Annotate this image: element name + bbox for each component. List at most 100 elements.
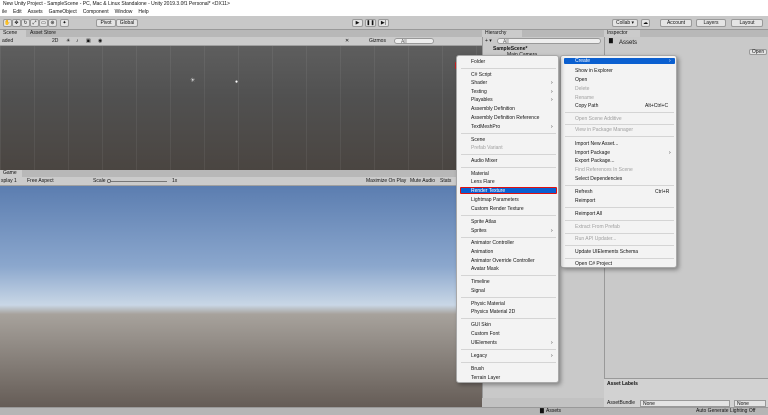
tab-inspector[interactable]: Inspector: [604, 30, 640, 37]
gizmos-dropdown[interactable]: Gizmos: [369, 39, 386, 44]
tab-hierarchy[interactable]: Hierarchy: [482, 30, 522, 37]
scale-tool-icon[interactable]: ⤢: [30, 19, 39, 27]
menu-item-csharp-script[interactable]: C# Script: [471, 73, 492, 78]
menu-item-gui-skin[interactable]: GUI Skin: [471, 323, 491, 328]
tab-scene[interactable]: Scene: [0, 30, 26, 37]
pause-button[interactable]: ❚❚: [365, 19, 376, 27]
menu-item-open[interactable]: Open: [575, 78, 587, 83]
audio-icon[interactable]: ♪: [76, 39, 79, 44]
menu-item-shader[interactable]: Shader: [471, 81, 487, 86]
menu-item-textmeshpro[interactable]: TextMeshPro: [471, 125, 500, 130]
menu-item-physic-material[interactable]: Physic Material: [471, 302, 505, 307]
menu-item-animator-override-controller[interactable]: Animator Override Controller: [471, 259, 535, 264]
assetbundle-dropdown[interactable]: None: [640, 400, 730, 407]
menu-item-create[interactable]: Create: [575, 59, 590, 64]
pivot-toggle[interactable]: Pivot: [96, 19, 116, 27]
menu-item-brush[interactable]: Brush: [471, 367, 484, 372]
menu-help[interactable]: Help: [138, 9, 148, 15]
menu-item-lightmap-parameters[interactable]: Lightmap Parameters: [471, 198, 519, 203]
tab-asset-store[interactable]: Asset Store: [27, 30, 65, 37]
menu-item-animation[interactable]: Animation: [471, 250, 493, 255]
menu-item-audio-mixer[interactable]: Audio Mixer: [471, 159, 497, 164]
game-viewport[interactable]: [0, 186, 482, 415]
scene-search-input[interactable]: All: [394, 38, 434, 44]
camera-gizmo-icon[interactable]: ●: [235, 80, 238, 85]
menu-item-sprites[interactable]: Sprites: [471, 229, 487, 234]
menu-item-uielements[interactable]: UIElements: [471, 341, 497, 346]
menu-item-reimport-all[interactable]: Reimport All: [575, 212, 602, 217]
stats-toggle[interactable]: Stats: [440, 179, 451, 184]
menu-item-animator-controller[interactable]: Animator Controller: [471, 241, 514, 246]
menu-item-material[interactable]: Material: [471, 172, 489, 177]
hand-tool-icon[interactable]: ✋: [3, 19, 12, 27]
menu-item-playables[interactable]: Playables: [471, 98, 493, 103]
hierarchy-add-button[interactable]: + ▾: [485, 39, 492, 44]
layout-dropdown[interactable]: Layout: [731, 19, 763, 27]
rotate-tool-icon[interactable]: ↻: [21, 19, 30, 27]
menu-item-testing[interactable]: Testing: [471, 90, 487, 95]
global-toggle[interactable]: Global: [116, 19, 138, 27]
menu-item-export-package[interactable]: Export Package...: [575, 159, 614, 164]
scale-slider-thumb[interactable]: [107, 179, 111, 183]
inspector-open-button[interactable]: Open: [749, 49, 767, 55]
scale-slider[interactable]: [107, 179, 167, 183]
menu-assets[interactable]: Assets: [28, 9, 43, 15]
menu-item-terrain-layer[interactable]: Terrain Layer: [471, 376, 500, 381]
menu-item-scene[interactable]: Scene: [471, 138, 485, 143]
mute-audio-toggle[interactable]: Mute Audio: [410, 179, 435, 184]
shading-mode-dropdown[interactable]: aded: [2, 39, 13, 44]
status-bar: ▇ Assets Auto Generate Lighting Off: [0, 407, 768, 415]
aspect-dropdown[interactable]: Free Aspect: [27, 179, 54, 184]
hidden-objects-icon[interactable]: ◉: [98, 39, 102, 44]
account-dropdown[interactable]: Account: [660, 19, 692, 27]
menu-window[interactable]: Window: [115, 9, 133, 15]
menu-component[interactable]: Component: [83, 9, 109, 15]
menu-item-update-uielements-schema[interactable]: Update UIElements Schema: [575, 250, 638, 255]
menu-item-assembly-definition-reference[interactable]: Assembly Definition Reference: [471, 116, 539, 121]
menu-item-copy-path[interactable]: Copy Path: [575, 104, 598, 109]
menu-item-custom-render-texture[interactable]: Custom Render Texture: [471, 207, 524, 212]
tab-game[interactable]: Game: [0, 170, 22, 177]
rect-tool-icon[interactable]: ▭: [39, 19, 48, 27]
menu-item-custom-font[interactable]: Custom Font: [471, 332, 500, 337]
menu-item-select-dependencies[interactable]: Select Dependencies: [575, 177, 622, 182]
menu-item-physics-material-2d[interactable]: Physics Material 2D: [471, 310, 515, 315]
project-breadcrumb[interactable]: Assets: [546, 409, 561, 414]
menu-item-sprite-atlas[interactable]: Sprite Atlas: [471, 220, 496, 225]
menu-item-import-package[interactable]: Import Package: [575, 151, 610, 156]
cloud-icon[interactable]: ☁: [641, 19, 650, 27]
move-tool-icon[interactable]: ✥: [12, 19, 21, 27]
menu-item-show-in-explorer[interactable]: Show in Explorer: [575, 69, 613, 74]
step-button[interactable]: ▶|: [378, 19, 389, 27]
menu-item-open-csharp-project[interactable]: Open C# Project: [575, 262, 612, 267]
menu-file[interactable]: ile: [2, 9, 7, 15]
display-dropdown[interactable]: splay 1: [1, 179, 17, 184]
layers-dropdown[interactable]: Layers: [696, 19, 726, 27]
menu-item-assembly-definition[interactable]: Assembly Definition: [471, 107, 515, 112]
menu-item-legacy[interactable]: Legacy: [471, 354, 487, 359]
hierarchy-search-input[interactable]: All: [497, 38, 601, 44]
menu-edit[interactable]: Edit: [13, 9, 22, 15]
transform-tool-icon[interactable]: ⊕: [48, 19, 57, 27]
lighting-icon[interactable]: ☀: [66, 39, 70, 44]
menu-item-refresh[interactable]: Refresh: [575, 190, 593, 195]
scene-viewport[interactable]: ☀ ●: [0, 46, 482, 170]
assetbundle-variant-dropdown[interactable]: None: [734, 400, 766, 407]
menu-item-timeline[interactable]: Timeline: [471, 280, 490, 285]
maximize-on-play-toggle[interactable]: Maximize On Play: [366, 179, 406, 184]
menu-item-avatar-mask[interactable]: Avatar Mask: [471, 267, 499, 272]
menu-item-folder[interactable]: Folder: [471, 60, 485, 65]
menu-item-lens-flare[interactable]: Lens Flare: [471, 180, 495, 185]
light-gizmo-icon[interactable]: ☀: [190, 78, 195, 84]
effects-icon[interactable]: ▣: [86, 39, 91, 44]
menu-item-signal[interactable]: Signal: [471, 289, 485, 294]
collab-dropdown[interactable]: Collab ▾: [612, 19, 638, 27]
2d-toggle[interactable]: 2D: [52, 39, 58, 44]
tools-icon[interactable]: ✕: [345, 39, 349, 44]
menu-item-import-new-asset[interactable]: Import New Asset...: [575, 142, 618, 147]
menu-item-reimport[interactable]: Reimport: [575, 199, 595, 204]
menu-item-render-texture[interactable]: Render Texture: [471, 189, 505, 194]
custom-tool-icon[interactable]: ✦: [60, 19, 69, 27]
play-button[interactable]: ▶: [352, 19, 363, 27]
menu-gameobject[interactable]: GameObject: [49, 9, 77, 15]
